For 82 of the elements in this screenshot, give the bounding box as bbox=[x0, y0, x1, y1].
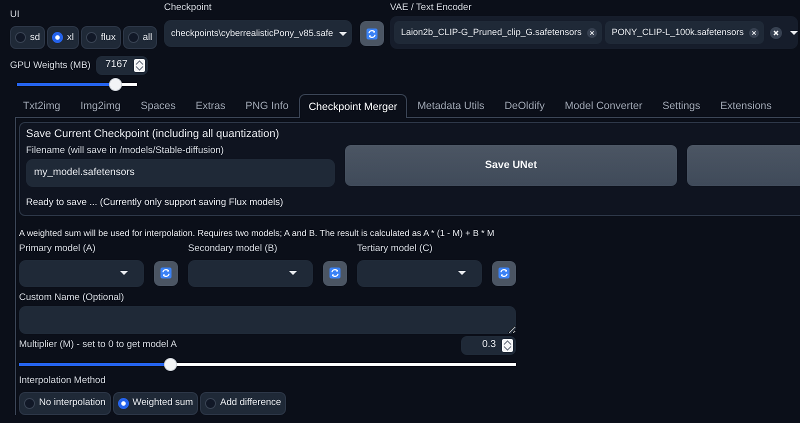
refresh-icon bbox=[498, 267, 510, 280]
tag-chip[interactable]: PONY_CLIP-L_100k.safetensors bbox=[604, 21, 764, 44]
clear-icon bbox=[770, 26, 782, 38]
multiplier-label: Multiplier (M) - set to 0 to get model A bbox=[19, 339, 177, 352]
refresh-icon bbox=[366, 28, 378, 40]
radio-button[interactable] bbox=[205, 398, 216, 409]
close-icon bbox=[748, 28, 759, 38]
radio-button[interactable] bbox=[86, 32, 97, 43]
checkpoint-label: Checkpoint bbox=[164, 2, 213, 14]
radio-button[interactable] bbox=[24, 398, 35, 409]
filename-label: Filename (will save in /models/Stable-diffusion) bbox=[26, 144, 225, 157]
select-value: checkpoints\cyberrealisticPony_v85.safe bbox=[171, 28, 334, 40]
refresh-icon bbox=[160, 267, 172, 280]
refresh-button[interactable] bbox=[323, 260, 347, 286]
description-text: A weighted sum will be used for interpolation. Requires two models; A and B. The result is calculated as A * (1 - M) + B * M bbox=[19, 228, 494, 239]
stepper-button[interactable] bbox=[502, 338, 513, 352]
radio-option[interactable]: No interpolation bbox=[19, 392, 111, 415]
number-field[interactable]: 7167 bbox=[96, 56, 148, 75]
radio-button[interactable] bbox=[118, 398, 129, 409]
vae-label: VAE / Text Encoder bbox=[390, 2, 472, 14]
save-unet-button[interactable]: Save UNet bbox=[345, 144, 677, 186]
refresh-button[interactable] bbox=[154, 260, 178, 286]
vae-select[interactable]: Laion2b_CLIP-G_Pruned_clip_G.safetensors PONY_CLIP-L_100k.safetensors bbox=[390, 16, 798, 49]
custom-name-field[interactable] bbox=[19, 306, 516, 334]
radio-button[interactable] bbox=[128, 32, 139, 43]
tab[interactable]: Img2img bbox=[70, 94, 131, 117]
tab[interactable]: Extras bbox=[186, 94, 236, 117]
radio-option[interactable]: all bbox=[122, 26, 158, 49]
radio-button[interactable] bbox=[15, 32, 26, 43]
caret-icon bbox=[120, 271, 128, 276]
refresh-icon bbox=[329, 267, 341, 280]
caret-icon bbox=[339, 32, 347, 36]
model-label: Secondary model (B) bbox=[188, 242, 278, 255]
radio-label: flux bbox=[100, 32, 116, 44]
chip-label: Laion2b_CLIP-G_Pruned_clip_G.safetensors bbox=[401, 26, 582, 38]
radio-label: sd bbox=[30, 32, 40, 44]
slider-thumb[interactable] bbox=[109, 78, 122, 91]
chip-label: PONY_CLIP-L_100k.safetensors bbox=[612, 26, 744, 38]
radio-option[interactable]: Add difference bbox=[200, 392, 286, 415]
tab[interactable]: PNG Info bbox=[235, 94, 299, 117]
number-value: 0.3 bbox=[482, 338, 496, 352]
spinner-icon bbox=[134, 59, 145, 72]
refresh-button[interactable] bbox=[360, 21, 384, 46]
ui-label: UI bbox=[10, 9, 20, 21]
tab[interactable]: Metadata Utils bbox=[407, 94, 494, 117]
gpu-weights-label: GPU Weights (MB) bbox=[10, 60, 91, 72]
section-title: Save Current Checkpoint (including all quantization) bbox=[26, 128, 280, 142]
checkpoint-select[interactable]: checkpoints\cyberrealisticPony_v85.safe bbox=[164, 20, 352, 47]
tab[interactable]: DeOldify bbox=[494, 94, 555, 117]
slider-thumb[interactable] bbox=[164, 358, 178, 371]
number-field[interactable]: 0.3 bbox=[461, 336, 516, 355]
close-icon bbox=[586, 28, 597, 38]
custom-name-label: Custom Name (Optional) bbox=[19, 292, 126, 304]
caret-icon bbox=[790, 30, 798, 34]
radio-option[interactable]: Weighted sum bbox=[112, 392, 198, 415]
radio-button[interactable] bbox=[52, 32, 64, 43]
tab[interactable]: Checkpoint Merger bbox=[298, 94, 408, 118]
tag-chip[interactable]: Laion2b_CLIP-G_Pruned_clip_G.safetensors bbox=[394, 21, 602, 44]
tab[interactable]: Settings bbox=[652, 94, 710, 117]
number-value: 7167 bbox=[105, 59, 128, 72]
radio-label: xl bbox=[67, 32, 74, 44]
model-label: Primary model (A) bbox=[19, 242, 97, 255]
radio-option[interactable]: flux bbox=[80, 26, 121, 49]
filename-field[interactable]: my_model.safetensors bbox=[26, 158, 335, 187]
radio-label: all bbox=[142, 32, 152, 44]
model-label: Tertiary model (C) bbox=[357, 242, 434, 255]
radio-option[interactable]: xl bbox=[47, 26, 79, 49]
status-text: Ready to save ... (Currently only support saving Flux models) bbox=[26, 196, 284, 209]
tab[interactable]: Spaces bbox=[130, 94, 186, 117]
radio-label: No interpolation bbox=[39, 397, 106, 410]
stepper-button[interactable] bbox=[134, 59, 145, 72]
tab[interactable]: Extensions bbox=[710, 94, 782, 117]
spinner-icon bbox=[502, 338, 513, 352]
radio-label: Add difference bbox=[220, 397, 282, 410]
caret-icon bbox=[458, 271, 466, 276]
refresh-button[interactable] bbox=[492, 260, 516, 286]
tab[interactable]: Txt2img bbox=[13, 94, 70, 117]
caret-icon bbox=[289, 271, 297, 276]
radio-option[interactable]: sd bbox=[10, 26, 46, 49]
tab[interactable]: Model Converter bbox=[554, 94, 652, 117]
radio-label: Weighted sum bbox=[132, 397, 194, 410]
interpolation-label: Interpolation Method bbox=[19, 374, 107, 387]
